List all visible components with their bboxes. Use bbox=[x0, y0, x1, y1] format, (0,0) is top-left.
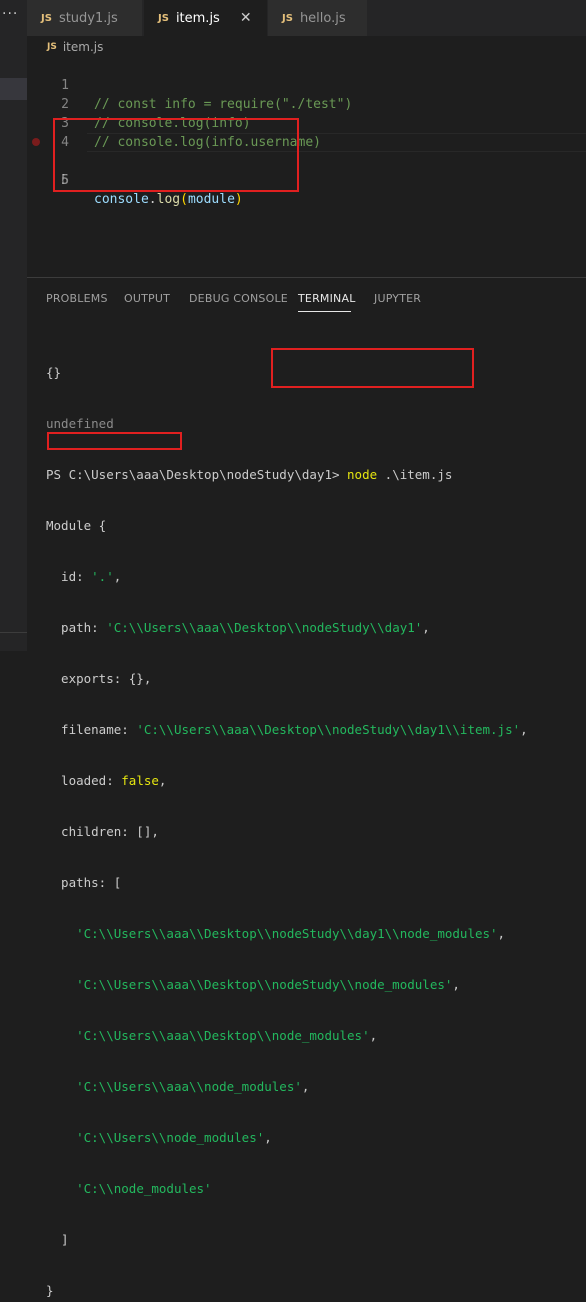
annotation-box-exports bbox=[47, 432, 182, 450]
terminal-line-exports: exports: {}, bbox=[46, 671, 152, 686]
tab-jupyter[interactable]: JUPYTER bbox=[374, 292, 421, 305]
key-id: id: bbox=[46, 569, 92, 584]
key-path: path: bbox=[46, 620, 107, 635]
key-filename: filename: bbox=[46, 722, 137, 737]
more-icon[interactable]: ··· bbox=[2, 6, 18, 22]
terminal-line: children: [], bbox=[46, 824, 159, 839]
terminal-line: id: '.', bbox=[46, 569, 122, 584]
side-bar-strip: ··· bbox=[0, 0, 27, 651]
value-id: '.' bbox=[91, 569, 114, 584]
terminal-line: filename: 'C:\\Users\\aaa\\Desktop\\node… bbox=[46, 722, 528, 737]
key-loaded: loaded: bbox=[46, 773, 122, 788]
terminal-line: loaded: false, bbox=[46, 773, 167, 788]
path-entry: 'C:\\Users\\aaa\\node_modules' bbox=[76, 1079, 302, 1094]
token-log: log bbox=[156, 192, 181, 207]
token-module: module bbox=[187, 192, 235, 207]
code-line-2[interactable]: 2 // console.log(info) bbox=[27, 76, 586, 131]
panel-tabs: PROBLEMS OUTPUT DEBUG CONSOLE TERMINAL J… bbox=[27, 278, 586, 318]
token-dot: . bbox=[148, 192, 157, 207]
js-file-icon: JS bbox=[47, 42, 57, 52]
path-entry: 'C:\\Users\\aaa\\Desktop\\nodeStudy\\day… bbox=[76, 926, 498, 941]
path-entry: 'C:\\node_modules' bbox=[76, 1181, 212, 1196]
active-tab-underline bbox=[298, 311, 351, 312]
breakpoint-icon[interactable] bbox=[32, 138, 40, 146]
terminal-line: ] bbox=[46, 1232, 69, 1247]
js-file-icon: JS bbox=[158, 12, 169, 24]
value-loaded: false bbox=[121, 773, 159, 788]
tab-label: hello.js bbox=[299, 10, 346, 26]
tab-item[interactable]: JS item.js ✕ bbox=[144, 0, 267, 36]
path-entry: 'C:\\Users\\aaa\\Desktop\\nodeStudy\\nod… bbox=[76, 977, 453, 992]
terminal-line: 'C:\\Users\\aaa\\Desktop\\nodeStudy\\nod… bbox=[76, 977, 460, 992]
tab-study1[interactable]: JS study1.js bbox=[27, 0, 143, 36]
command-node: node bbox=[347, 467, 378, 482]
terminal-line: 'C:\\Users\\node_modules', bbox=[76, 1130, 272, 1145]
breadcrumb-file[interactable]: item.js bbox=[63, 40, 104, 54]
path-entry: 'C:\\Users\\node_modules' bbox=[76, 1130, 265, 1145]
terminal-line: 'C:\\node_modules' bbox=[46, 1180, 528, 1197]
code-line-1[interactable]: 1 // const info = require("./test") bbox=[27, 57, 586, 112]
token-paren-open: ( bbox=[180, 192, 188, 207]
selected-explorer-item[interactable] bbox=[0, 78, 27, 100]
bottom-panel: PROBLEMS OUTPUT DEBUG CONSOLE TERMINAL J… bbox=[27, 277, 586, 1298]
editor-tab-bar: JS study1.js JS item.js ✕ JS hello.js bbox=[27, 0, 586, 36]
tab-debug-console[interactable]: DEBUG CONSOLE bbox=[189, 292, 288, 305]
token-paren-close: ) bbox=[234, 192, 243, 207]
value-path: 'C:\\Users\\aaa\\Desktop\\nodeStudy\\day… bbox=[106, 620, 423, 635]
js-file-icon: JS bbox=[282, 12, 293, 24]
code-line-3[interactable]: 3 // console.log(info.username) bbox=[27, 95, 586, 150]
terminal-prompt-line: PS C:\Users\aaa\Desktop\nodeStudy\day1> … bbox=[46, 466, 528, 483]
terminal-line: Module { bbox=[46, 518, 107, 533]
terminal-line: } bbox=[46, 1283, 54, 1298]
js-file-icon: JS bbox=[41, 12, 52, 24]
divider bbox=[0, 632, 27, 633]
close-icon[interactable]: ✕ bbox=[240, 10, 252, 26]
tab-label: study1.js bbox=[58, 10, 118, 26]
tab-label: item.js bbox=[175, 10, 220, 26]
token-console: console bbox=[94, 192, 149, 207]
terminal-line: 'C:\\Users\\aaa\\Desktop\\node_modules', bbox=[76, 1028, 378, 1043]
value-filename: 'C:\\Users\\aaa\\Desktop\\nodeStudy\\day… bbox=[136, 722, 521, 737]
breadcrumb[interactable]: JS item.js bbox=[47, 38, 103, 56]
terminal-line: paths: [ bbox=[46, 875, 122, 890]
annotation-box-command bbox=[271, 348, 474, 388]
code-text: console.log(module) bbox=[94, 190, 243, 209]
annotation-box-code bbox=[53, 118, 299, 192]
command-arg: .\item.js bbox=[377, 467, 453, 482]
terminal-output[interactable]: {} undefined PS C:\Users\aaa\Desktop\nod… bbox=[46, 330, 528, 1302]
terminal-line: path: 'C:\\Users\\aaa\\Desktop\\nodeStud… bbox=[46, 620, 430, 635]
tab-terminal[interactable]: TERMINAL bbox=[298, 292, 356, 305]
path-entry: 'C:\\Users\\aaa\\Desktop\\node_modules' bbox=[76, 1028, 370, 1043]
terminal-prompt: PS C:\Users\aaa\Desktop\nodeStudy\day1> bbox=[46, 467, 348, 482]
terminal-line: undefined bbox=[46, 416, 114, 431]
terminal-line: 'C:\\Users\\aaa\\Desktop\\nodeStudy\\day… bbox=[76, 926, 506, 941]
tab-problems[interactable]: PROBLEMS bbox=[46, 292, 108, 305]
terminal-line: 'C:\\Users\\aaa\\node_modules', bbox=[76, 1079, 310, 1094]
tab-hello[interactable]: JS hello.js bbox=[268, 0, 368, 36]
tab-output[interactable]: OUTPUT bbox=[124, 292, 170, 305]
